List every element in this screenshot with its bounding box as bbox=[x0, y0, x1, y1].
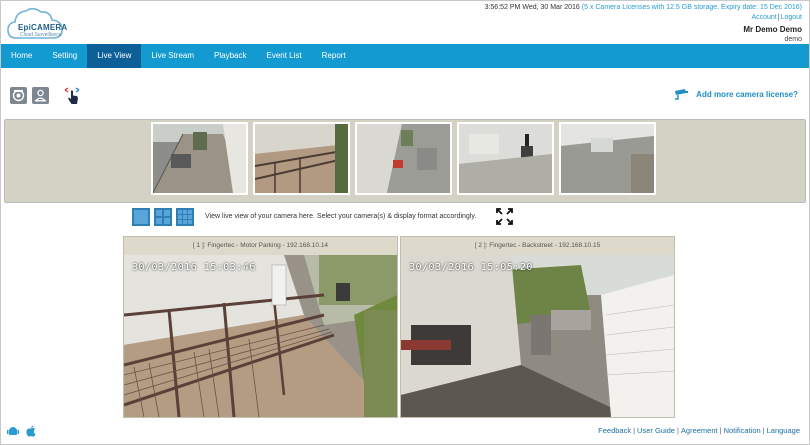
header-info: 3:56:52 PM Wed, 30 Mar 2016 (5 x Camera … bbox=[485, 3, 802, 45]
brand-name: EpiCAMERA bbox=[18, 23, 68, 32]
nav-playback[interactable]: Playback bbox=[204, 44, 256, 68]
layout-3x3-button[interactable] bbox=[176, 208, 194, 226]
add-license-label: Add more camera license? bbox=[696, 89, 798, 99]
display-format-selector bbox=[132, 208, 194, 226]
camera-2-title: [ 2 ]: Fingertec - Backstreet - 192.168.… bbox=[474, 242, 601, 249]
camera-3-thumbnail[interactable] bbox=[355, 122, 452, 195]
clock-date: Wed, 30 Mar 2016 bbox=[522, 4, 580, 11]
user-guide-link[interactable]: User Guide bbox=[637, 426, 675, 435]
nav-live-stream[interactable]: Live Stream bbox=[141, 44, 204, 68]
layout-1x1-button[interactable] bbox=[132, 208, 150, 226]
language-link[interactable]: Language bbox=[767, 426, 800, 435]
brand-logo[interactable]: EpiCAMERA Cloud Surveillance bbox=[6, 4, 68, 42]
camera-5-thumbnail[interactable] bbox=[559, 122, 656, 195]
brand-tagline: Cloud Surveillance bbox=[20, 32, 62, 38]
live-view-hint: View live view of your camera here. Sele… bbox=[205, 213, 477, 220]
add-license-link[interactable]: Add more camera license? bbox=[674, 88, 798, 100]
nav-event-list[interactable]: Event List bbox=[257, 44, 312, 68]
nav-report[interactable]: Report bbox=[312, 44, 356, 68]
feedback-link[interactable]: Feedback bbox=[598, 426, 631, 435]
footer-links: Feedback | User Guide | Agreement | Notificati… bbox=[598, 426, 800, 435]
clock-time: 3:56:52 PM bbox=[484, 4, 521, 11]
user-camera-icon[interactable] bbox=[32, 87, 49, 104]
camera-panel-1: [ 1 ]: Fingertec - Motor Parking - 192.1… bbox=[123, 236, 398, 418]
nav-setting[interactable]: Setting bbox=[42, 44, 87, 68]
agreement-link[interactable]: Agreement bbox=[681, 426, 718, 435]
camera-panel-2: [ 2 ]: Fingertec - Backstreet - 192.168.… bbox=[400, 236, 675, 418]
camera-settings-icon[interactable] bbox=[10, 87, 27, 104]
mobile-app-links bbox=[7, 425, 37, 437]
main-nav: Home Setting Live View Live Stream Playb… bbox=[1, 44, 809, 68]
user-name: Mr Demo Demo bbox=[743, 25, 802, 34]
fullscreen-icon[interactable] bbox=[496, 208, 513, 225]
camera-2-thumbnail[interactable] bbox=[253, 122, 350, 195]
layout-2x2-button[interactable] bbox=[154, 208, 172, 226]
account-link[interactable]: Account bbox=[751, 14, 776, 21]
cctv-icon bbox=[675, 89, 689, 100]
camera-2-live-view[interactable]: 30/03/2016 15:05:20 bbox=[401, 255, 674, 417]
nav-home[interactable]: Home bbox=[1, 44, 42, 68]
touch-select-icon[interactable] bbox=[63, 86, 81, 106]
license-info: (5 x Camera Licenses with 12.5 GB storag… bbox=[581, 4, 802, 11]
camera-1-live-view[interactable]: 30/03/2016 15:03:46 bbox=[124, 255, 397, 417]
camera-1-timestamp: 30/03/2016 15:03:46 bbox=[132, 262, 256, 273]
thumbnail-list bbox=[151, 122, 656, 195]
notification-link[interactable]: Notification bbox=[724, 426, 761, 435]
nav-live-view[interactable]: Live View bbox=[87, 44, 142, 68]
camera-4-thumbnail[interactable] bbox=[457, 122, 554, 195]
android-icon[interactable] bbox=[7, 425, 19, 437]
camera-2-timestamp: 30/03/2016 15:05:20 bbox=[409, 262, 533, 273]
camera-1-title: [ 1 ]: Fingertec - Motor Parking - 192.1… bbox=[192, 242, 329, 249]
camera-1-thumbnail[interactable] bbox=[151, 122, 248, 195]
logout-link[interactable]: Logout bbox=[781, 14, 802, 21]
apple-icon[interactable] bbox=[25, 425, 37, 437]
